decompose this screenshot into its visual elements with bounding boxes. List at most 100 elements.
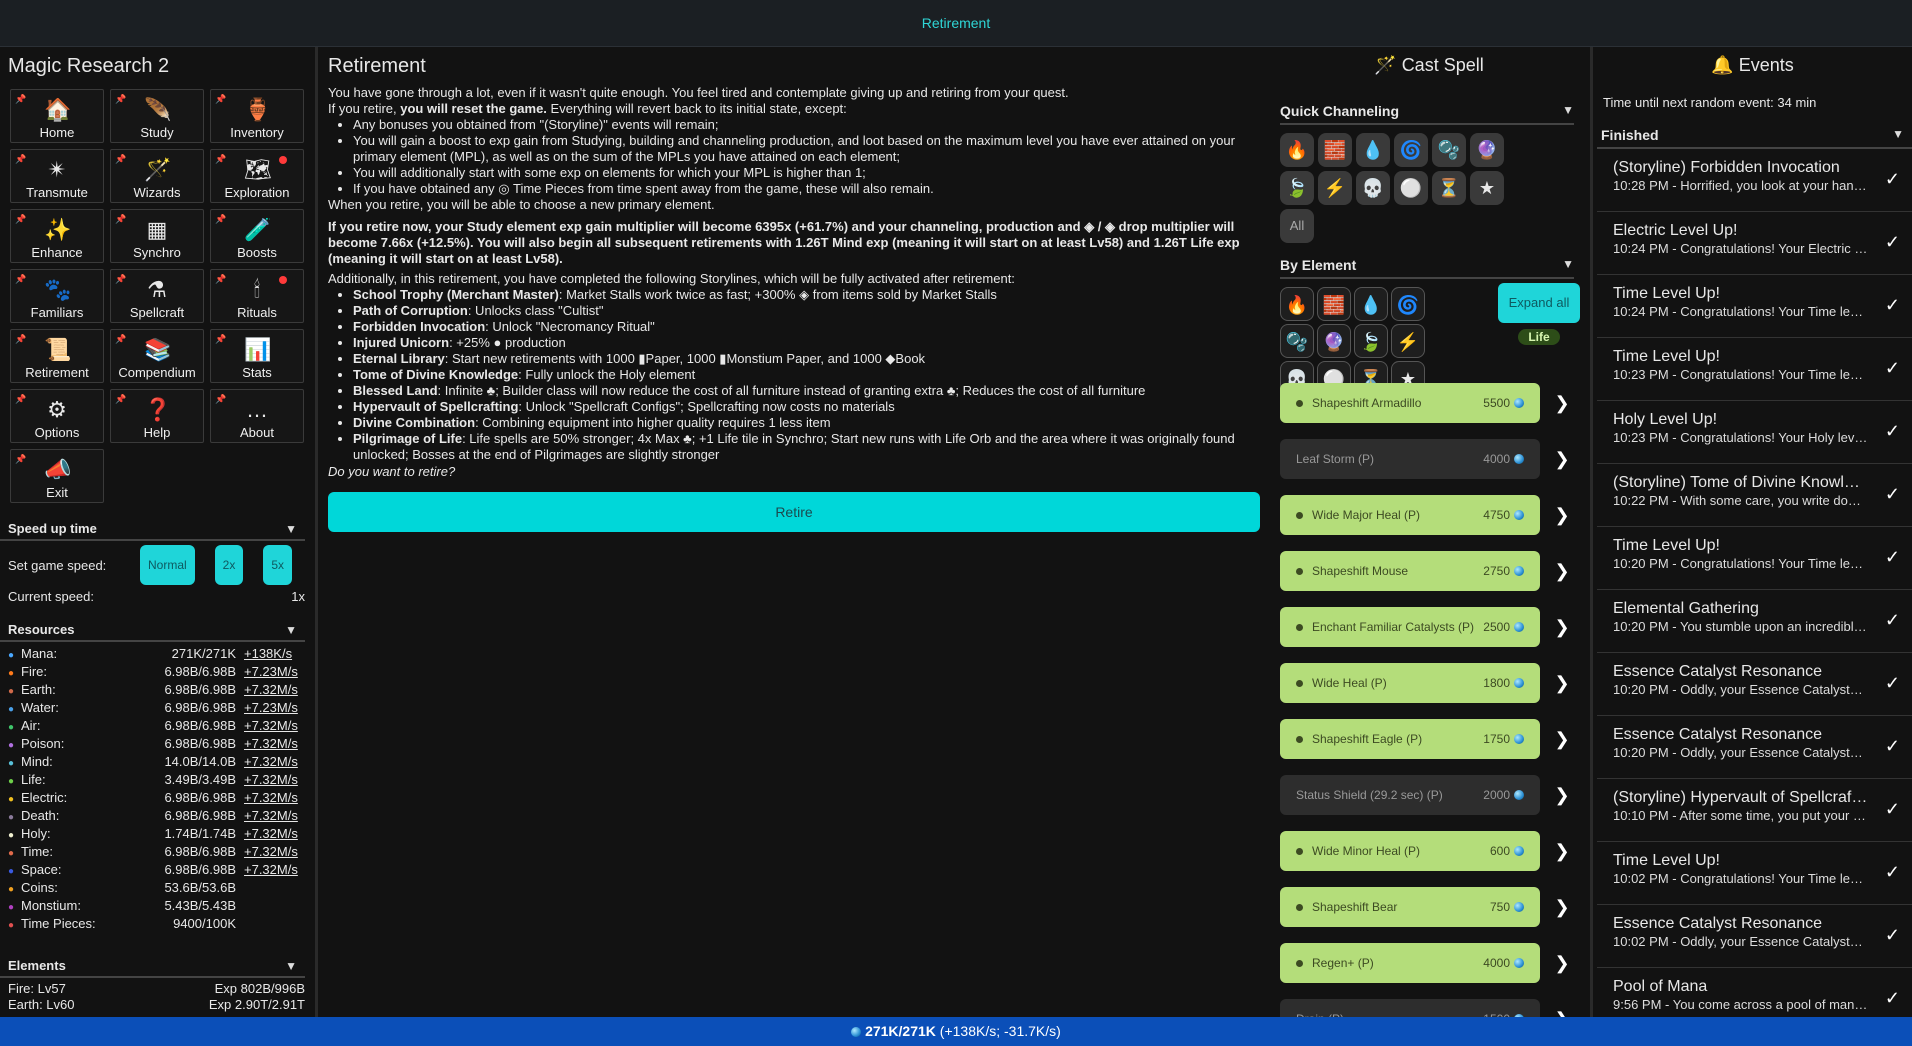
resource-rate[interactable]: +138K/s bbox=[236, 646, 306, 664]
element-filter-icon[interactable]: 🫧 bbox=[1280, 324, 1314, 358]
by-element-header[interactable]: By Element ▼ bbox=[1280, 257, 1574, 279]
nav-synchro-button[interactable]: 📌 ▦ Synchro bbox=[110, 209, 204, 263]
chevron-down-icon[interactable]: ▼ bbox=[285, 623, 297, 637]
nav-options-button[interactable]: 📌 ⚙ Options bbox=[10, 389, 104, 443]
resource-rate[interactable]: +7.23M/s bbox=[236, 700, 306, 718]
quick-channel-icon[interactable]: 🔥 bbox=[1280, 133, 1314, 167]
resource-rate[interactable]: +7.32M/s bbox=[236, 826, 306, 844]
resource-rate[interactable] bbox=[236, 880, 306, 898]
quick-channel-icon[interactable]: 🔮 bbox=[1470, 133, 1504, 167]
pin-icon[interactable]: 📌 bbox=[215, 394, 226, 405]
check-icon[interactable]: ✓ bbox=[1885, 862, 1900, 883]
resource-rate[interactable]: +7.32M/s bbox=[236, 682, 306, 700]
nav-help-button[interactable]: 📌 ❓ Help bbox=[110, 389, 204, 443]
pin-icon[interactable]: 📌 bbox=[115, 214, 126, 225]
quick-channel-icon[interactable]: 💀 bbox=[1356, 171, 1390, 205]
pin-icon[interactable]: 📌 bbox=[15, 274, 26, 285]
event-item[interactable]: Pool of Mana 9:56 PM - You come across a … bbox=[1597, 968, 1912, 1017]
pin-icon[interactable]: 📌 bbox=[115, 94, 126, 105]
expand-all-button[interactable]: Expand all bbox=[1498, 283, 1580, 323]
pin-icon[interactable]: 📌 bbox=[115, 154, 126, 165]
pin-icon[interactable]: 📌 bbox=[15, 394, 26, 405]
pin-icon[interactable]: 📌 bbox=[15, 94, 26, 105]
nav-stats-button[interactable]: 📌 📊 Stats bbox=[210, 329, 304, 383]
chevron-right-icon[interactable]: ❯ bbox=[1540, 729, 1584, 750]
chevron-right-icon[interactable]: ❯ bbox=[1540, 617, 1584, 638]
event-item[interactable]: Time Level Up! 10:23 PM - Congratulations… bbox=[1597, 338, 1912, 401]
chevron-down-icon[interactable]: ▼ bbox=[1892, 127, 1904, 143]
spell-button[interactable]: Shapeshift Armadillo 5500 bbox=[1280, 383, 1540, 423]
nav-exploration-button[interactable]: 📌 🗺 Exploration bbox=[210, 149, 304, 203]
element-filter-icon[interactable]: 🍃 bbox=[1354, 324, 1388, 358]
resource-rate[interactable]: +7.32M/s bbox=[236, 718, 306, 736]
chevron-right-icon[interactable]: ❯ bbox=[1540, 449, 1584, 470]
event-item[interactable]: Essence Catalyst Resonance 10:02 PM - Odd… bbox=[1597, 905, 1912, 968]
nav-wizards-button[interactable]: 📌 🪄 Wizards bbox=[110, 149, 204, 203]
quick-channel-icon[interactable]: ⏳ bbox=[1432, 171, 1466, 205]
chevron-down-icon[interactable]: ▼ bbox=[285, 522, 297, 536]
pin-icon[interactable]: 📌 bbox=[215, 154, 226, 165]
speed-header[interactable]: Speed up time ▼ bbox=[0, 517, 305, 541]
resource-rate[interactable]: +7.32M/s bbox=[236, 862, 306, 880]
event-item[interactable]: Essence Catalyst Resonance 10:20 PM - Odd… bbox=[1597, 716, 1912, 779]
event-item[interactable]: Electric Level Up! 10:24 PM - Congratulat… bbox=[1597, 212, 1912, 275]
spell-button[interactable]: Status Shield (29.2 sec) (P) 2000 bbox=[1280, 775, 1540, 815]
resource-rate[interactable]: +7.32M/s bbox=[236, 754, 306, 772]
resource-rate[interactable]: +7.32M/s bbox=[236, 808, 306, 826]
spell-button[interactable]: Shapeshift Bear 750 bbox=[1280, 887, 1540, 927]
resource-rate[interactable]: +7.32M/s bbox=[236, 736, 306, 754]
spell-button[interactable]: Shapeshift Mouse 2750 bbox=[1280, 551, 1540, 591]
check-icon[interactable]: ✓ bbox=[1885, 421, 1900, 442]
resource-rate[interactable]: +7.32M/s bbox=[236, 772, 306, 790]
nav-about-button[interactable]: 📌 … About bbox=[210, 389, 304, 443]
pin-icon[interactable]: 📌 bbox=[15, 334, 26, 345]
check-icon[interactable]: ✓ bbox=[1885, 736, 1900, 757]
pin-icon[interactable]: 📌 bbox=[15, 214, 26, 225]
event-item[interactable]: (Storyline) Forbidden Invocation 10:28 PM… bbox=[1597, 149, 1912, 212]
speed-5x-button[interactable]: 5x bbox=[263, 545, 293, 585]
pin-icon[interactable]: 📌 bbox=[215, 274, 226, 285]
pin-icon[interactable]: 📌 bbox=[115, 274, 126, 285]
chevron-right-icon[interactable]: ❯ bbox=[1540, 1009, 1584, 1018]
check-icon[interactable]: ✓ bbox=[1885, 988, 1900, 1009]
quick-channel-icon[interactable]: ★ bbox=[1470, 171, 1504, 205]
spell-button[interactable]: Wide Heal (P) 1800 bbox=[1280, 663, 1540, 703]
event-item[interactable]: Time Level Up! 10:24 PM - Congratulations… bbox=[1597, 275, 1912, 338]
chevron-right-icon[interactable]: ❯ bbox=[1540, 785, 1584, 806]
resource-rate[interactable] bbox=[236, 898, 306, 916]
nav-inventory-button[interactable]: 📌 🏺 Inventory bbox=[210, 89, 304, 143]
spell-button[interactable]: Shapeshift Eagle (P) 1750 bbox=[1280, 719, 1540, 759]
pin-icon[interactable]: 📌 bbox=[115, 394, 126, 405]
chevron-right-icon[interactable]: ❯ bbox=[1540, 841, 1584, 862]
quick-channel-icon[interactable]: ⚪ bbox=[1394, 171, 1428, 205]
chevron-right-icon[interactable]: ❯ bbox=[1540, 561, 1584, 582]
event-item[interactable]: Holy Level Up! 10:23 PM - Congratulations… bbox=[1597, 401, 1912, 464]
resource-rate[interactable]: +7.23M/s bbox=[236, 664, 306, 682]
chevron-down-icon[interactable]: ▼ bbox=[1562, 103, 1574, 119]
nav-rituals-button[interactable]: 📌 🕯 Rituals bbox=[210, 269, 304, 323]
nav-retirement-button[interactable]: 📌 📜 Retirement bbox=[10, 329, 104, 383]
quick-channel-icon[interactable]: 🫧 bbox=[1432, 133, 1466, 167]
pin-icon[interactable]: 📌 bbox=[15, 154, 26, 165]
pin-icon[interactable]: 📌 bbox=[215, 94, 226, 105]
event-item[interactable]: Time Level Up! 10:02 PM - Congratulations… bbox=[1597, 842, 1912, 905]
quick-all-button[interactable]: All bbox=[1280, 209, 1314, 243]
chevron-right-icon[interactable]: ❯ bbox=[1540, 505, 1584, 526]
nav-transmute-button[interactable]: 📌 ✴ Transmute bbox=[10, 149, 104, 203]
chevron-right-icon[interactable]: ❯ bbox=[1540, 673, 1584, 694]
nav-spellcraft-button[interactable]: 📌 ⚗ Spellcraft bbox=[110, 269, 204, 323]
events-scrollbar[interactable] bbox=[1906, 47, 1912, 1017]
check-icon[interactable]: ✓ bbox=[1885, 295, 1900, 316]
element-filter-icon[interactable]: 🧱 bbox=[1317, 287, 1351, 321]
resource-rate[interactable]: +7.32M/s bbox=[236, 844, 306, 862]
nav-familiars-button[interactable]: 📌 🐾 Familiars bbox=[10, 269, 104, 323]
check-icon[interactable]: ✓ bbox=[1885, 799, 1900, 820]
check-icon[interactable]: ✓ bbox=[1885, 547, 1900, 568]
pin-icon[interactable]: 📌 bbox=[215, 334, 226, 345]
resources-header[interactable]: Resources ▼ bbox=[0, 618, 305, 642]
check-icon[interactable]: ✓ bbox=[1885, 925, 1900, 946]
spell-button[interactable]: Leaf Storm (P) 4000 bbox=[1280, 439, 1540, 479]
spell-button[interactable]: Regen+ (P) 4000 bbox=[1280, 943, 1540, 983]
event-item[interactable]: Elemental Gathering 10:20 PM - You stumbl… bbox=[1597, 590, 1912, 653]
nav-home-button[interactable]: 📌 🏠 Home bbox=[10, 89, 104, 143]
